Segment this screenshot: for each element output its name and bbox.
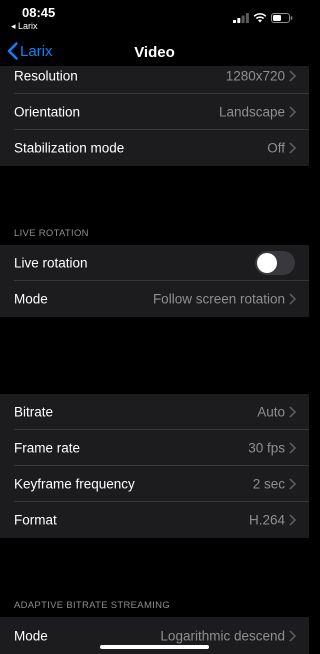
chevron-right-icon <box>289 629 296 642</box>
row-format[interactable]: Format H.264 <box>0 502 309 538</box>
row-bitrate[interactable]: Bitrate Auto <box>0 394 309 430</box>
status-icons <box>233 10 293 28</box>
section-header-live-rotation: LIVE ROTATION <box>14 228 89 239</box>
row-orientation[interactable]: Orientation Landscape <box>0 94 309 130</box>
row-stabilization-mode[interactable]: Stabilization mode Off <box>0 130 309 166</box>
orientation-label: Orientation <box>14 104 81 120</box>
row-live-rotation: Live rotation <box>0 245 309 281</box>
bitrate-label: Bitrate <box>14 404 54 420</box>
row-keyframe-frequency[interactable]: Keyframe frequency 2 sec <box>0 466 309 502</box>
toggle-knob <box>257 253 277 273</box>
chevron-right-icon <box>289 478 296 490</box>
status-bar: 08:45 ◂ Larix <box>0 0 309 36</box>
row-rotation-mode[interactable]: Mode Follow screen rotation <box>0 281 309 317</box>
row-frame-rate[interactable]: Frame rate 30 fps <box>0 430 309 466</box>
chevron-right-icon <box>289 70 296 82</box>
frame-rate-label: Frame rate <box>14 440 81 456</box>
format-label: Format <box>14 512 57 528</box>
section-header-adaptive-bitrate: ADAPTIVE BITRATE STREAMING <box>14 600 170 611</box>
signal-icon <box>233 10 249 28</box>
resolution-label: Resolution <box>14 68 78 84</box>
live-rotation-toggle[interactable] <box>255 251 295 275</box>
format-value: H.264 <box>248 512 285 528</box>
adaptive-mode-value: Logarithmic descend <box>160 628 285 643</box>
resolution-value: 1280x720 <box>225 68 285 84</box>
rotation-mode-label: Mode <box>14 291 48 307</box>
wifi-icon <box>253 10 267 28</box>
chevron-right-icon <box>289 106 296 118</box>
chevron-right-icon <box>289 142 296 154</box>
status-time: 08:45 <box>22 5 56 20</box>
stabilization-mode-label: Stabilization mode <box>14 140 125 156</box>
rotation-mode-value: Follow screen rotation <box>152 291 285 307</box>
home-indicator[interactable] <box>100 645 209 649</box>
frame-rate-value: 30 fps <box>248 440 285 456</box>
chevron-right-icon <box>289 406 296 418</box>
chevron-right-icon <box>289 442 296 454</box>
status-back-to-app[interactable]: ◂ Larix <box>11 21 38 32</box>
stabilization-mode-value: Off <box>267 140 285 156</box>
adaptive-mode-label: Mode <box>14 628 48 643</box>
row-resolution[interactable]: Resolution 1280x720 <box>0 66 309 94</box>
keyframe-frequency-label: Keyframe frequency <box>14 476 135 492</box>
page-title: Video <box>134 44 175 61</box>
chevron-right-icon <box>289 514 296 526</box>
battery-icon <box>271 10 293 28</box>
live-rotation-label: Live rotation <box>14 255 88 271</box>
keyframe-frequency-value: 2 sec <box>252 476 285 492</box>
chevron-right-icon <box>289 293 296 305</box>
navigation-bar: Larix Video <box>0 36 309 68</box>
bitrate-value: Auto <box>257 404 285 420</box>
orientation-value: Landscape <box>218 104 285 120</box>
